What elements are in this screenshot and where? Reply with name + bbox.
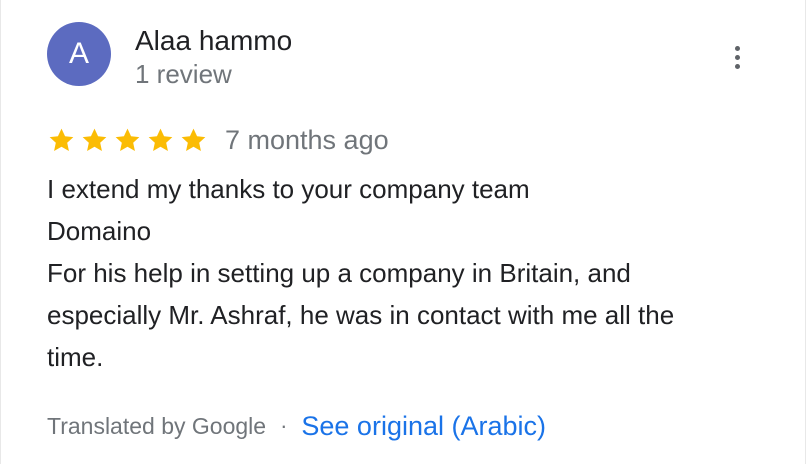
- translated-by-label: Translated by Google: [47, 412, 267, 439]
- avatar-initial: A: [68, 37, 89, 70]
- more-options-button[interactable]: [723, 40, 751, 74]
- review-text-line: especially Mr. Ashraf, he was in contact…: [47, 300, 675, 330]
- rating-row: 7 months ago: [47, 122, 389, 158]
- see-original-link[interactable]: See original (Arabic): [301, 411, 546, 442]
- more-vert-icon-dot: [734, 54, 740, 60]
- star-icon: [82, 128, 107, 151]
- review-text-line: time.: [47, 342, 104, 372]
- review-text: I extend my thanks to your company team …: [47, 168, 767, 378]
- review-card: A Alaa hammo 1 review 7 months ago I ext…: [0, 0, 806, 464]
- reviewer-review-count[interactable]: 1 review: [135, 58, 232, 90]
- translation-footer: Translated by Google · See original (Ara…: [47, 406, 546, 446]
- star-icon: [181, 128, 206, 151]
- footer-separator: ·: [280, 413, 288, 438]
- review-text-line: For his help in setting up a company in …: [47, 258, 631, 288]
- review-text-line: Domaino: [47, 216, 152, 246]
- more-vert-icon-dot: [734, 45, 740, 51]
- review-time: 7 months ago: [225, 125, 389, 155]
- reviewer-name[interactable]: Alaa hammo: [135, 24, 292, 58]
- star-icon: [49, 128, 74, 151]
- avatar[interactable]: A: [47, 22, 111, 86]
- review-text-line: I extend my thanks to your company team: [47, 174, 530, 204]
- star-icon: [115, 128, 140, 151]
- star-icon: [148, 128, 173, 151]
- more-vert-icon-dot: [734, 63, 740, 69]
- star-rating: [47, 126, 208, 155]
